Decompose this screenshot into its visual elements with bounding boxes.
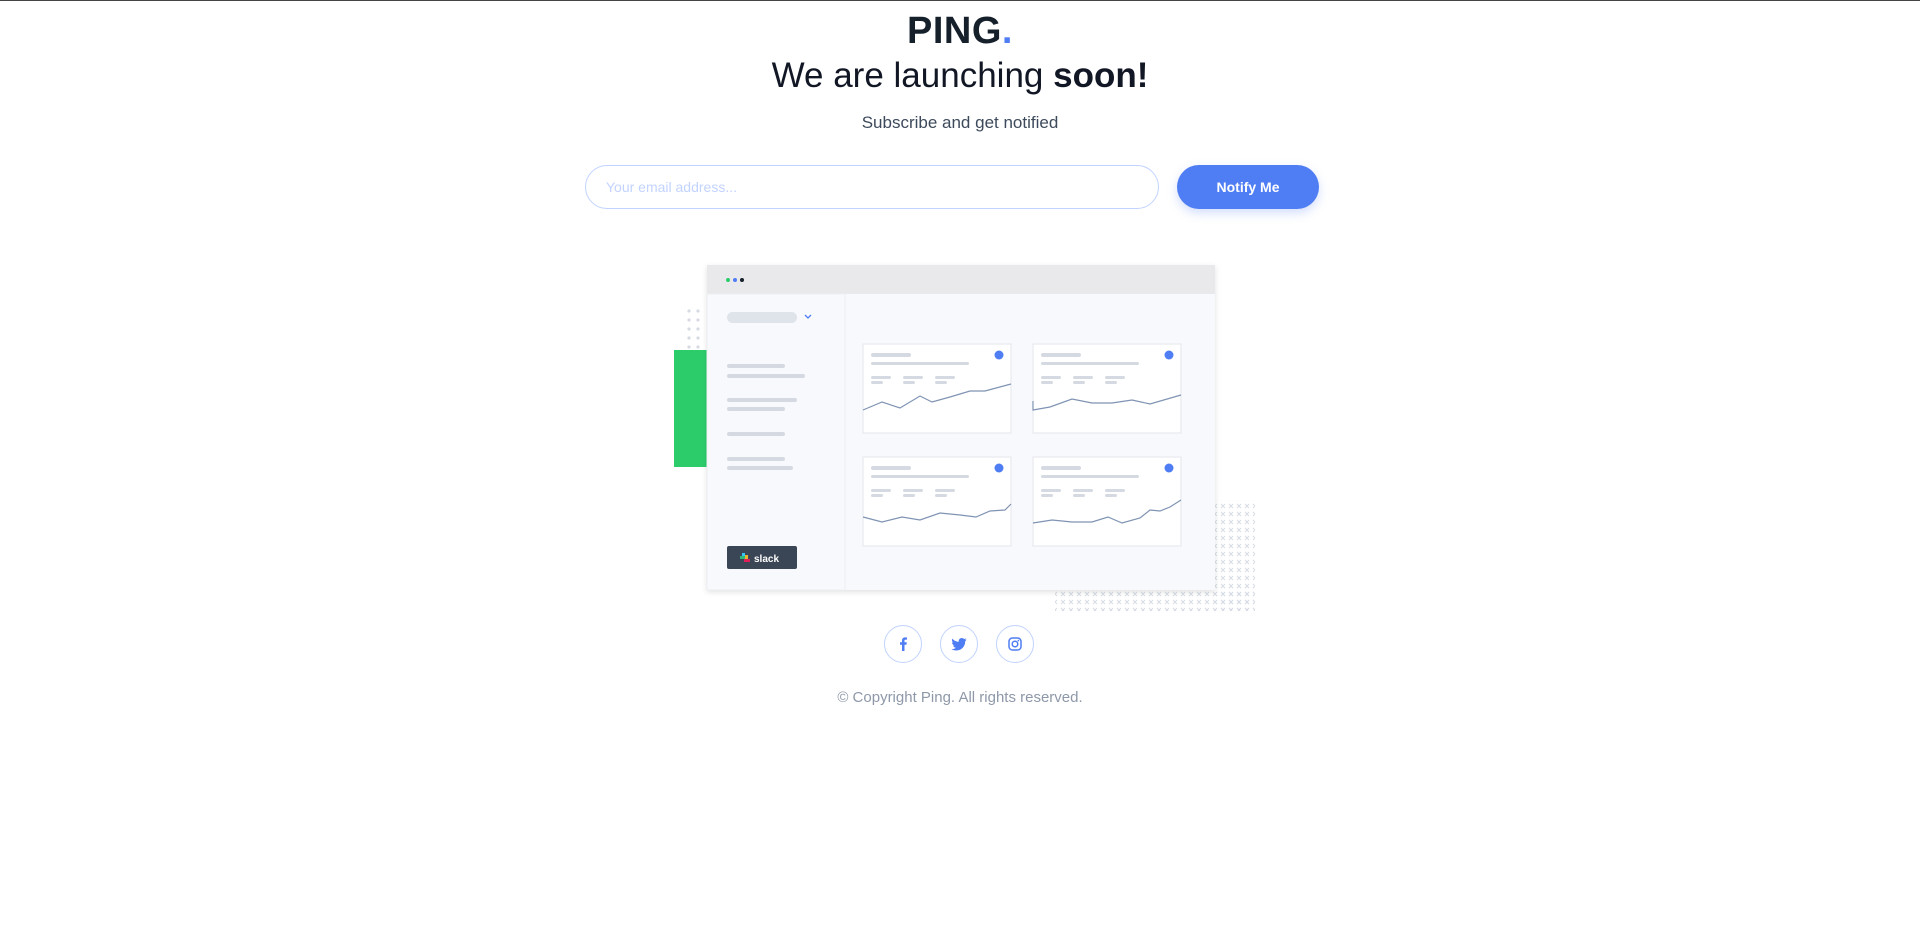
brand-logo: PING. xyxy=(0,10,1920,53)
instagram-icon xyxy=(1008,637,1022,651)
facebook-link[interactable] xyxy=(884,625,922,663)
card-2 xyxy=(1032,343,1182,434)
dashboard-illustration: slack xyxy=(674,265,1255,611)
top-border xyxy=(0,0,1920,1)
card-1 xyxy=(862,343,1012,434)
headline-text: We are launching xyxy=(771,56,1054,95)
notify-me-button[interactable]: Notify Me xyxy=(1177,165,1319,209)
headline-emphasis: soon! xyxy=(1053,56,1149,95)
card-3 xyxy=(862,456,1012,547)
brand-name: PING xyxy=(907,10,1002,52)
email-input[interactable] xyxy=(585,165,1159,209)
brand-dot: . xyxy=(1001,10,1013,52)
twitter-link[interactable] xyxy=(940,625,978,663)
card-4 xyxy=(1032,456,1182,547)
page-subtitle: Subscribe and get notified xyxy=(861,113,1059,132)
green-block xyxy=(674,350,707,467)
cross-pattern-bottom xyxy=(1055,587,1255,611)
instagram-link[interactable] xyxy=(996,625,1034,663)
copyright-text: © Copyright Ping. All rights reserved. xyxy=(837,689,1083,706)
facebook-icon xyxy=(900,637,907,651)
page-headline: We are launching soon! xyxy=(0,56,1920,96)
slack-label: slack xyxy=(754,554,779,565)
twitter-icon xyxy=(951,638,967,651)
